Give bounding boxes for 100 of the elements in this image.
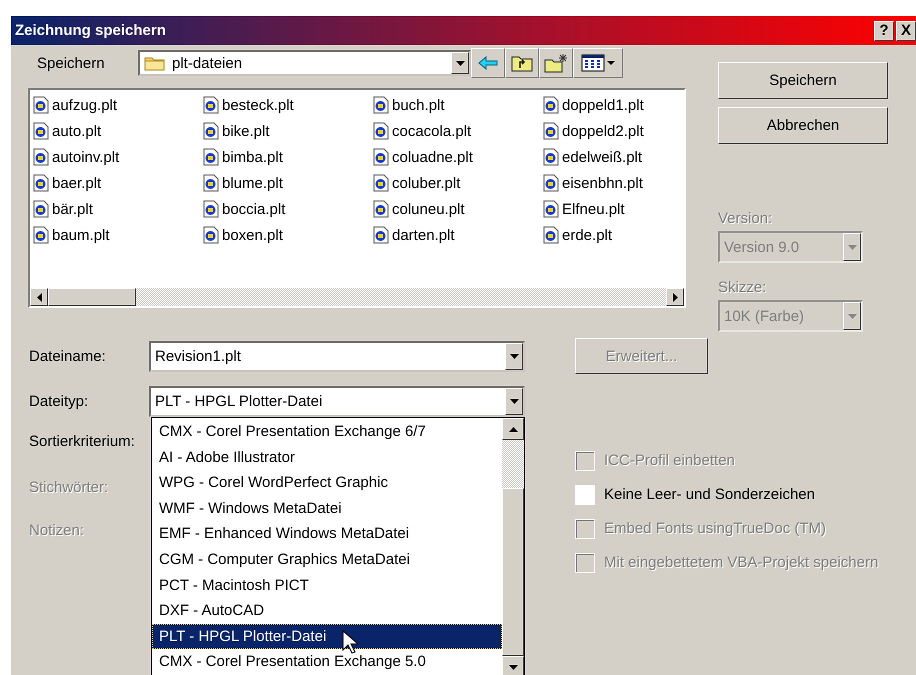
file-type-option[interactable]: CGM - Computer Graphics MetaDatei	[152, 546, 502, 573]
file-item[interactable]: boxen.plt	[203, 222, 373, 248]
left-arrow-icon	[478, 56, 498, 70]
file-icon	[203, 200, 219, 218]
file-item[interactable]: Elfneu.plt	[543, 196, 713, 222]
file-item[interactable]: eisenbhn.plt	[543, 170, 713, 196]
file-item[interactable]: besteck.plt	[203, 92, 373, 118]
file-item[interactable]: coluber.plt	[373, 170, 543, 196]
help-button[interactable]: ?	[874, 20, 894, 40]
file-item[interactable]: darten.plt	[373, 222, 543, 248]
file-icon	[543, 200, 559, 218]
checkbox[interactable]	[575, 484, 595, 504]
window-title: Zeichnung speichern	[15, 22, 166, 39]
file-item[interactable]: blume.plt	[203, 170, 373, 196]
field-label: Notizen:	[29, 522, 84, 539]
file-icon	[543, 122, 559, 140]
scrollbar-thumb[interactable]	[48, 288, 136, 306]
list-view-icon	[581, 54, 615, 72]
folder-up-icon	[511, 54, 533, 72]
back-button[interactable]	[471, 48, 505, 78]
caret-icon	[456, 60, 464, 66]
file-item[interactable]: boccia.plt	[203, 196, 373, 222]
file-type-option[interactable]: AI - Adobe Illustrator	[152, 444, 502, 470]
file-icon	[203, 122, 219, 140]
file-item[interactable]: bimba.plt	[203, 144, 373, 170]
file-icon	[203, 148, 219, 166]
file-icon	[543, 174, 559, 192]
field-label: Sortierkriterium:	[29, 433, 135, 450]
new-folder-icon	[544, 53, 568, 73]
file-type-option[interactable]: PCT - Macintosh PICT	[152, 572, 502, 598]
caret-icon	[848, 244, 856, 250]
field-label: Stichwörter:	[29, 479, 108, 496]
file-item[interactable]: aufzug.plt	[33, 92, 203, 118]
scroll-up-icon	[508, 426, 518, 432]
horizontal-scrollbar[interactable]	[30, 288, 684, 306]
file-icon	[33, 148, 49, 166]
file-icon	[203, 96, 219, 114]
version-label: Version:	[718, 210, 774, 227]
close-button[interactable]: X	[896, 20, 916, 40]
file-item[interactable]: buch.plt	[373, 92, 543, 118]
file-icon	[33, 226, 49, 244]
file-item[interactable]: doppeld2.plt	[543, 118, 713, 144]
caret-icon	[510, 399, 518, 404]
caret-icon	[848, 314, 856, 318]
filename-field[interactable]: Revision1.plt	[149, 341, 525, 372]
file-type-option[interactable]: DXF - AutoCAD	[152, 598, 502, 624]
file-icon	[203, 174, 219, 192]
file-type-option[interactable]: EMF - Enhanced Windows MetaDatei	[152, 521, 502, 547]
file-icon	[33, 122, 49, 140]
file-type-label: Dateityp:	[29, 393, 90, 410]
dialog-button[interactable]: Speichern	[718, 62, 888, 99]
file-icon	[543, 96, 559, 114]
new-folder-button[interactable]	[539, 48, 573, 78]
file-icon	[373, 96, 389, 114]
file-icon	[543, 148, 559, 166]
caret-icon	[510, 354, 518, 359]
scroll-down-icon	[508, 664, 518, 670]
file-icon	[33, 200, 49, 218]
checkbox-label: Keine Leer- und Sonderzeichen	[604, 486, 815, 503]
file-item[interactable]: coluadne.plt	[373, 144, 543, 170]
file-type-option[interactable]: WPG - Corel WordPerfect Graphic	[152, 470, 502, 496]
file-icon	[373, 122, 389, 140]
file-item[interactable]: edelweiß.plt	[543, 144, 713, 170]
file-type-option[interactable]: WMF - Windows MetaDatei	[152, 496, 502, 522]
file-item[interactable]: bike.plt	[203, 118, 373, 144]
file-icon	[33, 174, 49, 192]
file-item[interactable]: bär.plt	[33, 196, 203, 222]
scrollbar-thumb[interactable]	[502, 488, 524, 656]
file-item[interactable]: baer.plt	[33, 170, 203, 196]
vertical-scrollbar[interactable]	[502, 418, 524, 675]
file-item[interactable]: cocacola.plt	[373, 118, 543, 144]
checkbox-label: Embed Fonts usingTrueDoc (TM)	[604, 520, 826, 537]
file-icon	[373, 174, 389, 192]
file-item[interactable]: doppeld1.plt	[543, 92, 713, 118]
file-icon	[373, 200, 389, 218]
file-item[interactable]: baum.plt	[33, 222, 203, 248]
folder-icon	[144, 55, 166, 71]
dialog-button[interactable]: Abbrechen	[718, 107, 888, 144]
checkbox-label: Mit eingebettetem VBA-Projekt speichern	[604, 554, 878, 571]
view-menu-button[interactable]	[573, 48, 623, 78]
file-type-option[interactable]: CMX - Corel Presentation Exchange 6/7	[152, 419, 502, 445]
file-item[interactable]: autoinv.plt	[33, 144, 203, 170]
file-type-dropdown[interactable]: PLT - HPGL Plotter-Datei	[149, 386, 525, 417]
folder-dropdown[interactable]: plt-dateien	[138, 50, 471, 76]
file-type-option[interactable]: CMX - Corel Presentation Exchange 5.0	[152, 649, 502, 675]
file-item[interactable]: erde.plt	[543, 222, 713, 248]
file-item[interactable]: auto.plt	[33, 118, 203, 144]
checkbox-label: ICC-Profil einbetten	[604, 452, 735, 469]
file-type-option[interactable]: PLT - HPGL Plotter-Datei	[152, 624, 502, 650]
file-icon	[203, 226, 219, 244]
scroll-right-icon	[672, 292, 678, 302]
file-icon	[33, 96, 49, 114]
file-icon	[373, 148, 389, 166]
scroll-left-icon	[36, 292, 42, 302]
file-icon	[373, 226, 389, 244]
file-icon	[543, 226, 559, 244]
file-item[interactable]: coluneu.plt	[373, 196, 543, 222]
save-in-label: Speichern	[36, 54, 106, 72]
filename-label: Dateiname:	[29, 348, 107, 365]
up-folder-button[interactable]	[505, 48, 539, 78]
